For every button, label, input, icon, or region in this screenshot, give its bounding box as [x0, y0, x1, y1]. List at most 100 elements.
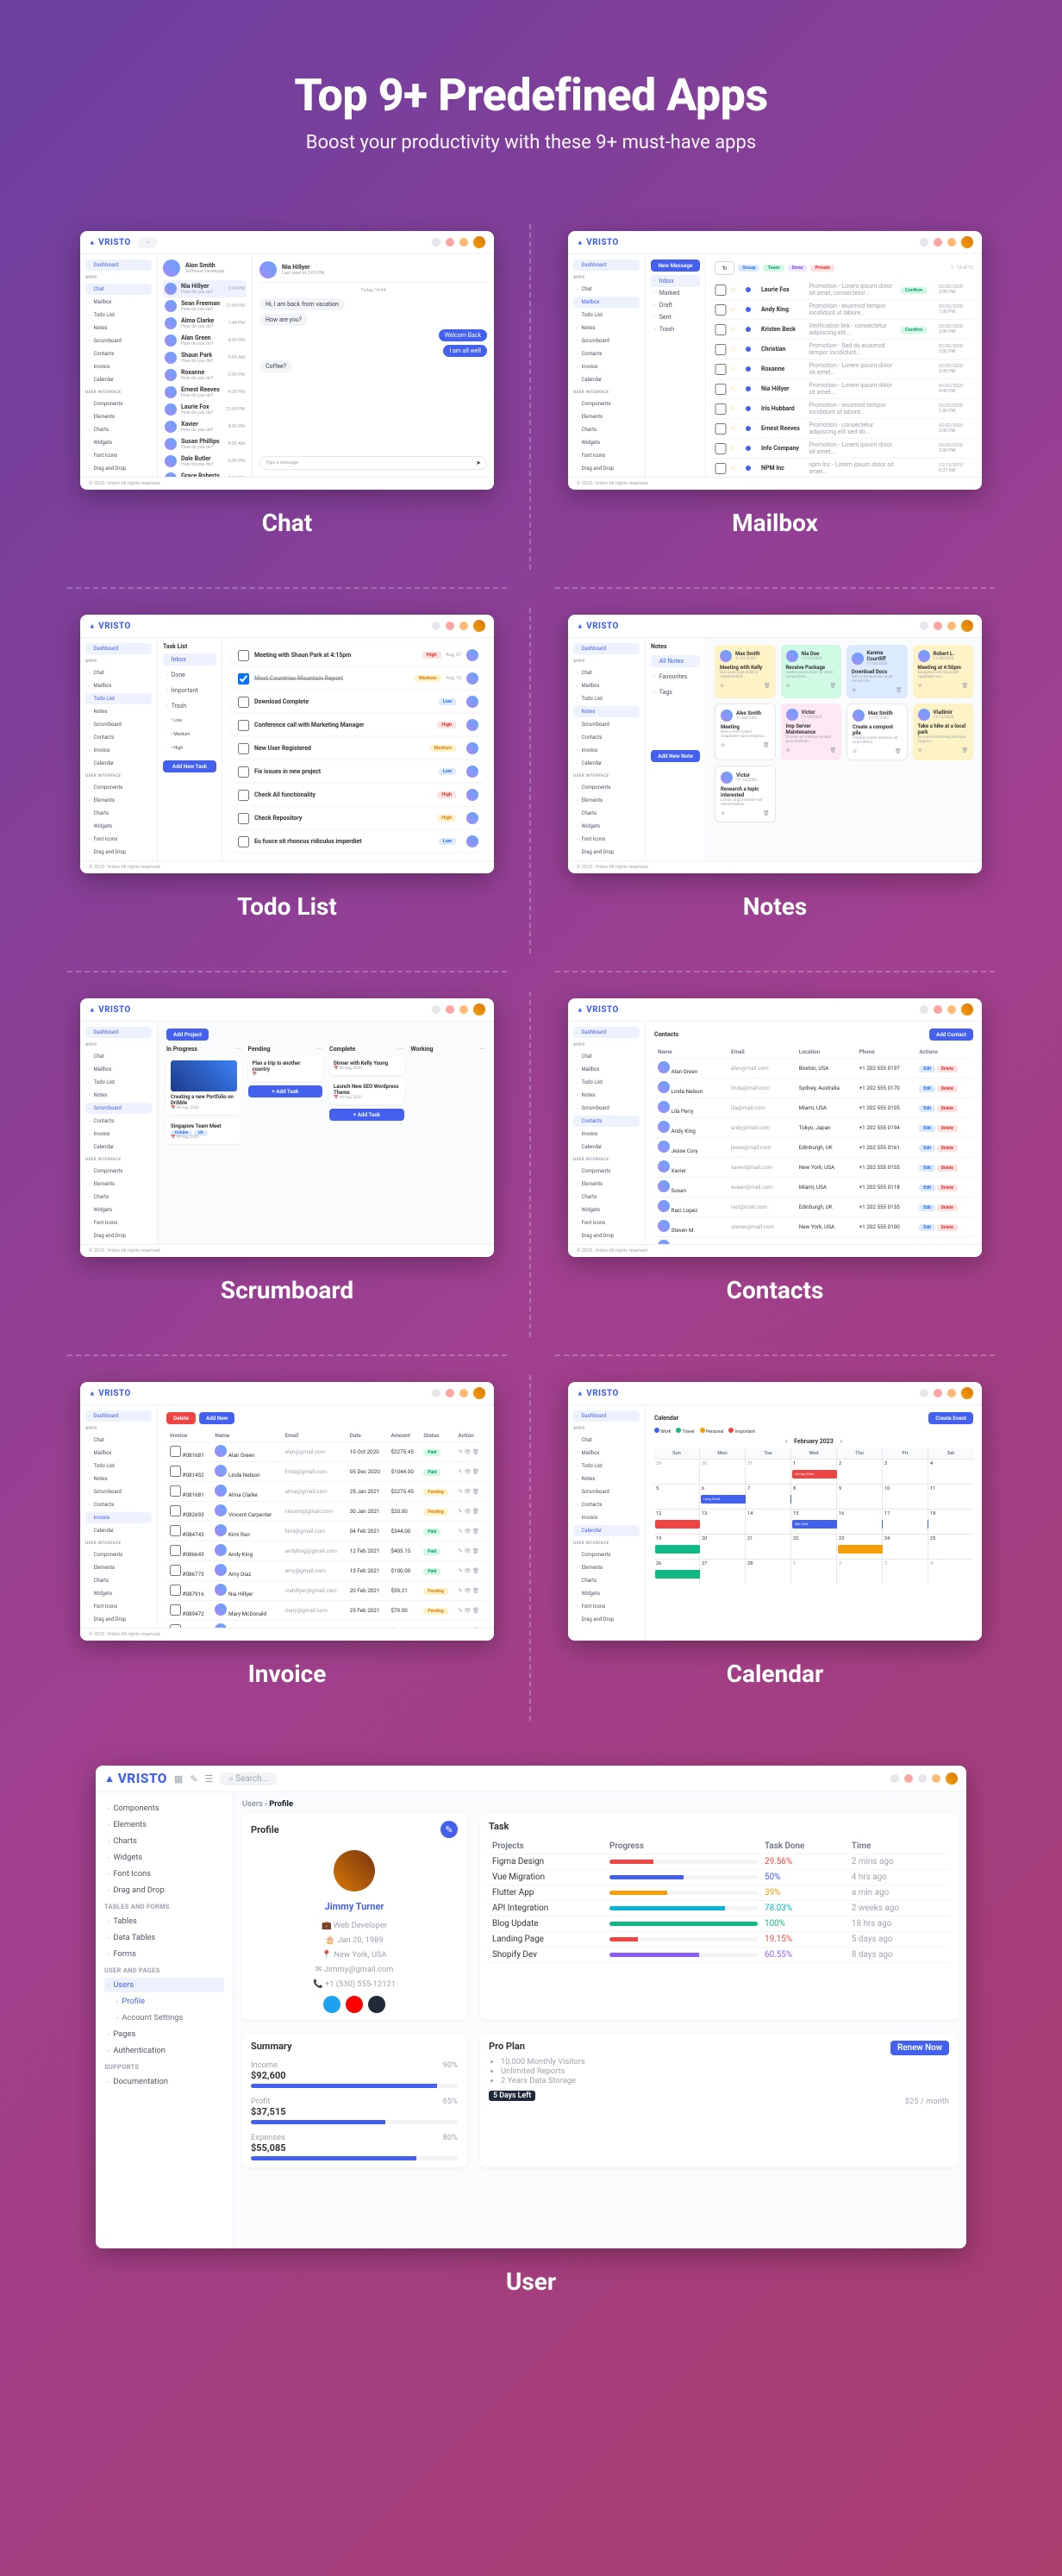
contact-row[interactable]: Linda Nelsonlinda@mail.comSydney, Austra… [654, 1079, 973, 1098]
todo-item[interactable]: Download Complete Low [231, 691, 485, 712]
todo-item[interactable]: Conference call with Marketing Manager H… [231, 715, 485, 735]
edit-button[interactable]: Edit [919, 1204, 935, 1211]
contact-row[interactable]: Jesse Coryjesse@mail.comEdinburgh, UK+1 … [654, 1138, 973, 1158]
todo-item[interactable]: New User Registered Medium [231, 738, 485, 759]
todo-item[interactable]: Check Repository High [231, 808, 485, 828]
invoice-row[interactable]: #082693 Vincent Carpenter vincent@gmail.… [166, 1502, 485, 1522]
chat-input[interactable]: Type a message➤ [259, 456, 487, 470]
contact-row[interactable]: Raci Lopezraci@mail.comEdinburgh, UK+1 2… [654, 1197, 973, 1217]
add-task-button[interactable]: Add New Task [163, 760, 216, 772]
calendar-day[interactable]: 23 [837, 1535, 882, 1559]
scrum-card[interactable]: Launch New SEO Wordpress Theme 📅 09 Aug,… [329, 1079, 404, 1104]
edit-button[interactable]: Edit [919, 1105, 935, 1112]
delete-button[interactable]: Delete [937, 1165, 958, 1172]
note-card[interactable]: Max Smith11/01/2020 Meeting with KellyDu… [715, 645, 776, 698]
create-event-button[interactable]: Create Event [928, 1412, 973, 1424]
mail-folder[interactable]: Sent [651, 311, 700, 323]
contact-row[interactable]: Lila Perrylila@mail.comMiami, USA+1 202 … [654, 1098, 973, 1118]
contact-row[interactable]: Susansusan@mail.comMiami, USA+1 202 555 … [654, 1178, 973, 1197]
invoice-row[interactable]: #087916 Nia Hillyer niahillyer@gmail.com… [166, 1581, 485, 1601]
theme-icon[interactable] [432, 238, 440, 247]
delete-button[interactable]: Delete [937, 1145, 958, 1152]
invoice-row[interactable]: #081681 Alan Green alan@gmail.com10 Oct … [166, 1442, 485, 1462]
new-message-button[interactable]: New Message [651, 259, 700, 272]
calendar-day[interactable]: 4 [928, 1460, 973, 1484]
calendar-day[interactable]: 10 [883, 1485, 928, 1509]
calendar-day[interactable]: 6Long Event [700, 1485, 745, 1509]
mail-row[interactable]: ☆ RoxannePromotion - Lorem ipsum dolor s… [715, 360, 973, 379]
edit-icon[interactable]: ✎ [190, 1773, 197, 1785]
todo-item[interactable]: Most Countries Mountain Report Medium Au… [231, 668, 485, 689]
chat-contact[interactable]: Alan GreenHow do you do? 4:09 PM [163, 332, 247, 349]
renew-button[interactable]: Renew Now [890, 2041, 949, 2055]
edit-button[interactable]: Edit [919, 1165, 935, 1172]
chat-contact[interactable]: Alma ClarkeHow do you do? 1:44 PM [163, 315, 247, 332]
avatar[interactable] [946, 1773, 958, 1785]
todo-item[interactable]: Fix issues in new project Low [231, 761, 485, 782]
search-input[interactable]: ⌕ Search... [220, 1773, 277, 1785]
add-task-button[interactable]: + Add Task [248, 1085, 323, 1097]
chat-contact[interactable]: XavierHow do you do? 4:00 PM [163, 418, 247, 435]
mail-folder[interactable]: Inbox [651, 275, 700, 287]
calendar-day[interactable]: 14 [746, 1510, 790, 1534]
contact-row[interactable]: Andy Kingandy@mail.comTokyo, Japan+1 202… [654, 1118, 973, 1138]
calendar-day[interactable]: 12 [654, 1510, 699, 1534]
invoice-row[interactable]: #084743 Kimi Ran kimi@gmail.com04 Feb 20… [166, 1522, 485, 1541]
scrum-card[interactable]: Singapore Team Meet Dribble UX 📅 09 Aug,… [166, 1119, 241, 1144]
calendar-day[interactable]: 21 [746, 1535, 790, 1559]
note-card[interactable]: Victor11/13/2020 Research a topic intere… [715, 766, 776, 822]
mail-row[interactable]: ☆ Ernest ReevesPromotion - consectetur a… [715, 419, 973, 439]
theme-icon[interactable] [890, 1774, 899, 1783]
delete-button[interactable]: Delete [937, 1085, 958, 1092]
calendar-icon[interactable]: ▦ [174, 1773, 183, 1785]
calendar-day[interactable]: 24 [883, 1535, 928, 1559]
note-card[interactable]: Max Smith11/11/2020 Create a compost pil… [846, 703, 908, 760]
bell-icon[interactable] [459, 238, 468, 247]
mail-row[interactable]: ☆ Iris HubbardPromotion - eiusmod tempor… [715, 399, 973, 419]
search-input[interactable]: ⌕ [138, 237, 159, 248]
calendar-day[interactable]: 26 [654, 1560, 699, 1584]
chat-contact[interactable]: RoxanneHow do you do? 2:09 PM [163, 366, 247, 384]
calendar-day[interactable]: 25 [928, 1535, 973, 1559]
mail-row[interactable]: ☆ Nia HillyerPromotion - Lorem ipsum dol… [715, 379, 973, 399]
avatar[interactable] [473, 236, 485, 248]
mail-row[interactable]: ☆ Andy KingPromotion - eiusmod tempor in… [715, 300, 973, 320]
contact-row[interactable]: Steven M.steven@mail.comNew York, USA+1 … [654, 1217, 973, 1237]
calendar-day[interactable]: 13 [700, 1510, 745, 1534]
invoice-row[interactable]: #086643 Andy King andyking@gmail.com12 F… [166, 1541, 485, 1561]
mail-folder[interactable]: Trash [651, 323, 700, 335]
delete-button[interactable]: Delete [166, 1412, 196, 1424]
invoice-row[interactable]: #089472 Mary McDonald mary@gmail.com25 F… [166, 1601, 485, 1621]
chat-contact[interactable]: Dale ButlerHow do you do? 5:09 PM [163, 453, 247, 470]
calendar-day[interactable]: 7 [746, 1485, 790, 1509]
edit-profile-button[interactable]: ✎ [440, 1821, 458, 1838]
add-note-button[interactable]: Add New Note [651, 750, 700, 762]
chat-contact[interactable]: Susan PhillipsHow do you do? 9:00 AM [163, 435, 247, 453]
calendar-day[interactable]: 27 [700, 1560, 745, 1584]
mail-row[interactable]: ☆ NPM Incnpm Inc - Lorem ipsum dolor sit… [715, 459, 973, 477]
mail-row[interactable]: ☆ Info CompanyPromotion - Lorem ipsum do… [715, 439, 973, 459]
delete-button[interactable]: Delete [937, 1125, 958, 1132]
scrum-card[interactable]: Dinner with Kelly Young 📅 08 Aug, 2020 [329, 1056, 404, 1075]
calendar-day[interactable]: 28 [746, 1560, 790, 1584]
mail-row[interactable]: ☆ ChristianPromotion - Sed do eiusmod te… [715, 340, 973, 360]
add-contact-button[interactable]: Add Contact [929, 1029, 973, 1041]
edit-button[interactable]: Edit [919, 1185, 935, 1191]
note-card[interactable]: Nia Doe11/02/2020 Receive PackageLorem i… [781, 645, 842, 698]
chat-contact[interactable]: Laurie FoxHow do you do? 12:09 PM [163, 401, 247, 418]
edit-button[interactable]: Edit [919, 1145, 935, 1152]
sidebar-item-users[interactable]: Users [104, 1978, 224, 1992]
mail-row[interactable]: ☆ Laurie FoxPromotion - Lorem ipsum dolo… [715, 280, 973, 300]
todo-item[interactable]: Meeting with Shaun Park at 4:15pm High A… [231, 645, 485, 666]
calendar-day[interactable]: 19 [654, 1535, 699, 1559]
note-card[interactable]: Alex Smith11/08/2020 MeetingNemo enim ip… [715, 703, 776, 760]
delete-button[interactable]: Delete [937, 1224, 958, 1231]
todo-item[interactable]: Eu fusce sit rhoncus ridiculus imperdiet… [231, 831, 485, 852]
invoice-row[interactable]: #091768 Shaun Park shaun@gmail.com20 Mar… [166, 1621, 485, 1629]
calendar-grid[interactable]: SunMonTueWedThuFriSat2930311All Day Even… [654, 1448, 973, 1584]
todo-item[interactable]: Check All functionality High [231, 785, 485, 805]
prev-month-button[interactable]: ‹ [785, 1438, 787, 1445]
mail-row[interactable]: ☆ Kristen BeckVerification link - consec… [715, 320, 973, 340]
scrum-card[interactable]: Creating a new Portfolio on Dribble 📅 08… [166, 1056, 241, 1115]
calendar-day[interactable]: 16 [837, 1510, 882, 1534]
